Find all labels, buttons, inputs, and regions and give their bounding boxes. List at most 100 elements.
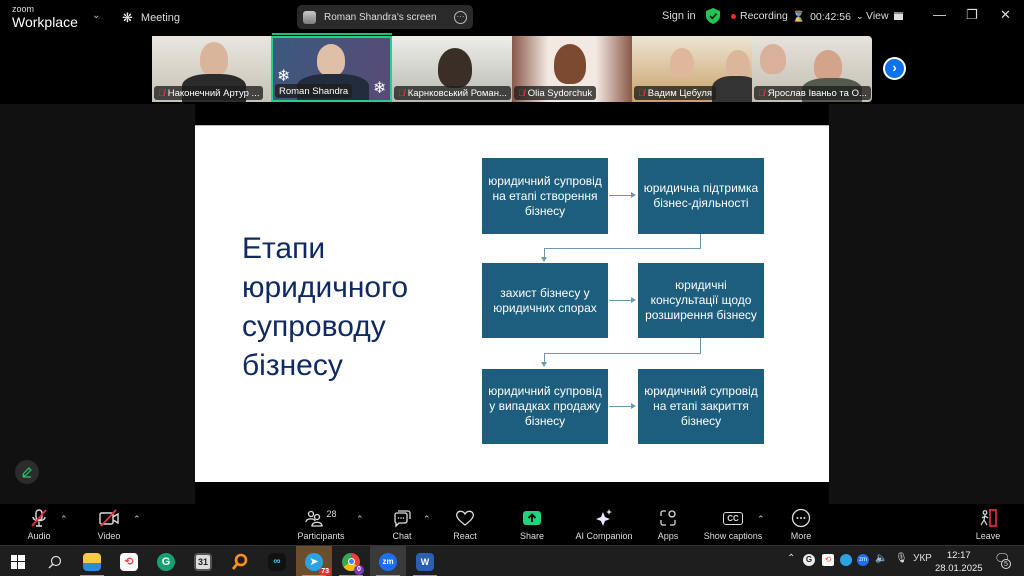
word-icon: W bbox=[416, 552, 434, 571]
apps-button[interactable]: Apps bbox=[652, 504, 684, 545]
telegram-unread-badge: 73 bbox=[319, 567, 331, 575]
arrowhead bbox=[541, 257, 547, 262]
notifications-button[interactable]: 🗨 5 bbox=[994, 551, 1011, 569]
hourglass-icon: ⌛ bbox=[792, 11, 806, 23]
participant-video bbox=[670, 48, 694, 78]
participants-options-caret[interactable]: ⌃ bbox=[356, 514, 364, 525]
slide-title: Етапи юридичного супроводу бізнесу bbox=[242, 229, 408, 385]
view-button[interactable]: View bbox=[866, 10, 903, 22]
chevron-down-icon[interactable]: ⌄ bbox=[92, 10, 100, 21]
connector-arrow bbox=[609, 406, 633, 407]
participant-video bbox=[317, 44, 345, 76]
recording-indicator[interactable]: Recording bbox=[731, 10, 788, 22]
share-label: Share bbox=[519, 531, 545, 541]
sign-in-link[interactable]: Sign in bbox=[662, 10, 696, 22]
arrowhead bbox=[631, 192, 636, 198]
input-language[interactable]: УКР bbox=[913, 553, 932, 564]
taskbar-search-tool[interactable] bbox=[222, 546, 258, 576]
participant-name: Вадим Цебуля bbox=[647, 87, 713, 99]
tray-zoom-icon[interactable]: zm bbox=[857, 554, 869, 566]
leave-label: Leave bbox=[975, 531, 1001, 541]
audio-label: Audio bbox=[27, 531, 51, 541]
tray-telegram-icon[interactable] bbox=[840, 554, 852, 566]
participant-video bbox=[554, 44, 586, 84]
share-button[interactable]: Share bbox=[516, 504, 548, 545]
gallery-grid-icon bbox=[893, 12, 903, 20]
video-tile-active-speaker[interactable]: ❄ ❄ Roman Shandra bbox=[271, 36, 392, 102]
leave-door-icon bbox=[980, 509, 997, 527]
video-tile[interactable]: 🎙̸ Olia Sydorchuk bbox=[512, 36, 632, 102]
connector-arrow bbox=[609, 195, 633, 196]
close-button[interactable]: ✕ bbox=[1000, 7, 1011, 23]
show-hidden-icons-chevron[interactable]: ⌃ bbox=[787, 553, 795, 564]
next-page-arrow-button[interactable]: › bbox=[883, 57, 906, 80]
apps-icon bbox=[660, 510, 676, 526]
ai-companion-button[interactable]: AI Companion bbox=[572, 504, 636, 545]
title-line: Етапи bbox=[242, 232, 326, 265]
minimize-button[interactable]: — bbox=[933, 7, 946, 22]
active-speaker-indicator bbox=[272, 33, 392, 35]
meeting-timer[interactable]: ⌛ 00:42:56 ⌄ bbox=[792, 10, 864, 24]
taskbar-sync-app[interactable]: ⟲ bbox=[111, 546, 147, 576]
react-button[interactable]: React bbox=[449, 504, 481, 545]
taskbar-zoom[interactable]: zm bbox=[370, 546, 406, 576]
more-button[interactable]: More bbox=[786, 504, 816, 545]
participant-name-tag: 🎙̸ Вадим Цебуля bbox=[634, 86, 717, 100]
start-button[interactable] bbox=[0, 546, 36, 576]
flow-step-3: захист бізнесу у юридичних спорах bbox=[482, 263, 608, 338]
video-tile[interactable]: 🎙̸ Карнковський Роман... bbox=[392, 36, 512, 102]
clock-date: 28.01.2025 bbox=[935, 563, 983, 574]
windows-logo-icon bbox=[11, 554, 25, 569]
stopped-video-icon bbox=[99, 509, 119, 527]
video-tile[interactable]: 🎙̸ Вадим Цебуля bbox=[632, 36, 752, 102]
meeting-menu[interactable]: ❋ Meeting bbox=[122, 10, 180, 26]
participants-count: 28 bbox=[326, 509, 337, 519]
participant-name-tag: 🎙̸ Карнковський Роман... bbox=[394, 86, 511, 100]
audio-button[interactable]: Audio bbox=[20, 504, 58, 545]
video-tile[interactable]: 🎙̸ Ярослав Іваньо та О... bbox=[752, 36, 872, 102]
logo-small-text: zoom bbox=[12, 4, 35, 14]
show-captions-button[interactable]: CC Show captions bbox=[702, 504, 764, 545]
taskbar-word[interactable]: W bbox=[407, 546, 443, 576]
captions-options-caret[interactable]: ⌃ bbox=[757, 514, 765, 525]
tray-sync-icon[interactable]: ⟲ bbox=[822, 554, 834, 566]
participant-video bbox=[712, 76, 752, 102]
chat-button[interactable]: Chat bbox=[386, 504, 418, 545]
taskbar-webex[interactable]: ∞ bbox=[259, 546, 295, 576]
snowflake-decoration: ❄ bbox=[373, 80, 387, 97]
shared-screen-pill[interactable]: Roman Shandra's screen ··· bbox=[297, 5, 473, 29]
annotate-pencil-button[interactable] bbox=[15, 460, 39, 484]
clock-time: 12:17 bbox=[946, 550, 971, 561]
muted-mic-icon: 🎙̸ bbox=[638, 88, 645, 98]
title-line: бізнесу bbox=[242, 349, 343, 382]
more-label: More bbox=[790, 531, 812, 541]
video-options-caret[interactable]: ⌃ bbox=[133, 514, 141, 525]
participant-name: Olia Sydorchuk bbox=[527, 87, 593, 99]
taskbar-file-explorer[interactable] bbox=[74, 546, 110, 576]
leave-button[interactable]: Leave bbox=[973, 504, 1003, 545]
chat-label: Chat bbox=[392, 531, 412, 541]
participant-name: Карнковський Роман... bbox=[407, 87, 507, 99]
taskbar-chrome[interactable]: 0 bbox=[333, 546, 369, 576]
taskbar-telegram[interactable]: ➤ 73 bbox=[296, 546, 332, 576]
search-button[interactable] bbox=[37, 546, 73, 576]
volume-icon[interactable]: 🔈 bbox=[875, 553, 887, 564]
muted-mic-icon: 🎙̸ bbox=[158, 88, 165, 98]
ai-companion-label: AI Companion bbox=[575, 531, 633, 541]
restore-button[interactable]: ❐ bbox=[966, 7, 978, 23]
encryption-shield-icon[interactable] bbox=[706, 8, 720, 24]
system-clock[interactable]: 12:17 28.01.2025 bbox=[935, 549, 983, 575]
tray-grammarly-icon[interactable]: G bbox=[803, 554, 815, 566]
video-button[interactable]: Video bbox=[90, 504, 128, 545]
chat-options-caret[interactable]: ⌃ bbox=[423, 514, 431, 525]
meeting-paw-icon: ❋ bbox=[122, 10, 133, 25]
more-options-icon[interactable]: ··· bbox=[454, 10, 467, 24]
meeting-label: Meeting bbox=[140, 12, 181, 24]
video-tile[interactable]: 🎙̸ Наконечний Артур ... bbox=[152, 36, 271, 102]
taskbar-grammarly[interactable]: G bbox=[148, 546, 184, 576]
participants-button[interactable]: 28 Participants bbox=[290, 504, 352, 545]
microphone-in-use-icon[interactable]: 🎙 bbox=[895, 553, 908, 564]
zoom-workplace-logo[interactable]: zoom Workplace bbox=[12, 4, 78, 30]
taskbar-calendar[interactable]: 31 bbox=[185, 546, 221, 576]
audio-options-caret[interactable]: ⌃ bbox=[60, 514, 68, 525]
